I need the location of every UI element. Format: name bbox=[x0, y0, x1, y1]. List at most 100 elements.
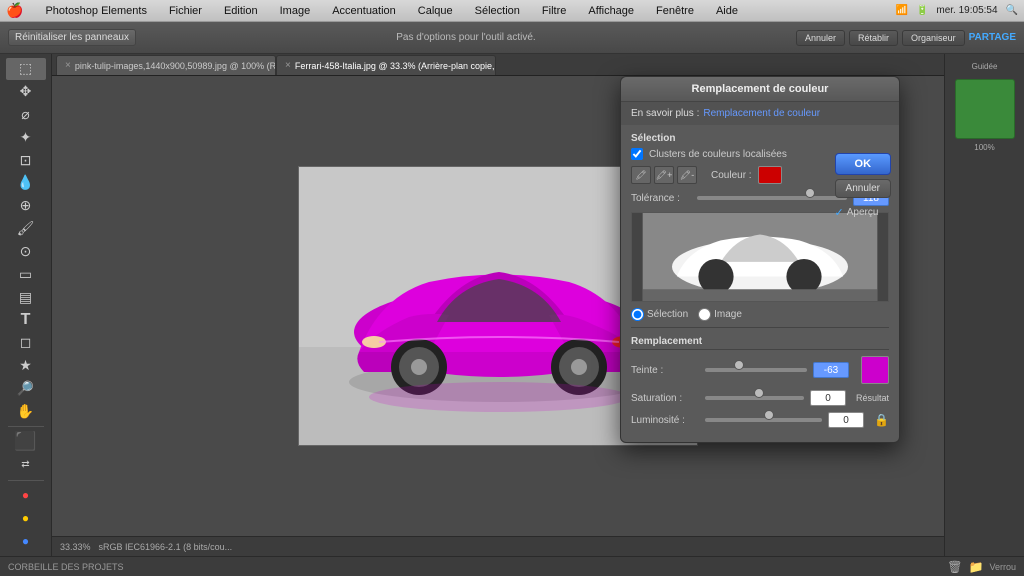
ok-button[interactable]: OK bbox=[835, 153, 891, 175]
tab-ferrari[interactable]: × Ferrari-458-Italia.jpg @ 33.3% (Arrièr… bbox=[276, 55, 496, 75]
couleur-swatch[interactable] bbox=[758, 166, 782, 184]
eyedropper-btn-3[interactable]: 🖍- bbox=[677, 166, 697, 184]
radio-selection-input[interactable] bbox=[631, 308, 644, 321]
tolerance-label: Tolérance : bbox=[631, 193, 691, 204]
tolerance-thumb[interactable] bbox=[805, 188, 815, 198]
trash-icon[interactable]: 🗑 bbox=[947, 560, 962, 574]
move-tool[interactable]: ✥ bbox=[6, 81, 46, 103]
tolerance-slider[interactable] bbox=[697, 191, 847, 205]
star-tool[interactable]: ★ bbox=[6, 355, 46, 377]
radio-image-input[interactable] bbox=[698, 308, 711, 321]
color-yellow-btn[interactable]: ● bbox=[6, 507, 46, 529]
brush-tool[interactable]: 🖌 bbox=[6, 218, 46, 240]
teinte-slider[interactable] bbox=[705, 363, 807, 377]
luminosite-thumb[interactable] bbox=[764, 410, 774, 420]
color-replacement-dialog: Remplacement de couleur En savoir plus :… bbox=[620, 76, 900, 443]
eyedropper-btn-1[interactable]: 🖍 bbox=[631, 166, 651, 184]
radio-group: Sélection Image bbox=[631, 308, 889, 321]
zoom-tool[interactable]: 🔎 bbox=[6, 377, 46, 399]
eraser-tool[interactable]: ▭ bbox=[6, 263, 46, 285]
luminosite-value[interactable]: 0 bbox=[828, 412, 864, 428]
hand-tool[interactable]: ✋ bbox=[6, 400, 46, 422]
projects-tray-label: CORBEILLE DES PROJETS bbox=[8, 562, 124, 572]
saturation-track bbox=[705, 396, 804, 400]
menu-edition[interactable]: Edition bbox=[220, 3, 262, 19]
guided-label: Guidée bbox=[972, 62, 998, 71]
menu-calque[interactable]: Calque bbox=[414, 3, 457, 19]
clone-tool[interactable]: ⊙ bbox=[6, 241, 46, 263]
menu-aide[interactable]: Aide bbox=[712, 3, 742, 19]
result-swatch[interactable] bbox=[861, 356, 889, 384]
thumbnail-panel[interactable] bbox=[955, 79, 1015, 139]
lock-icon: 🔒 bbox=[874, 413, 889, 427]
radio-image[interactable]: Image bbox=[698, 308, 742, 321]
help-link[interactable]: Remplacement de couleur bbox=[703, 108, 820, 119]
spot-healing-tool[interactable]: ⊕ bbox=[6, 195, 46, 217]
gradient-tool[interactable]: ▤ bbox=[6, 286, 46, 308]
main-area: ⬚ ✥ ⌀ ✦ ⊡ 💧 ⊕ 🖌 ⊙ ▭ ▤ T ◻ ★ 🔎 ✋ ⬛ ⇄ ● ● … bbox=[0, 54, 1024, 556]
bottom-tray: CORBEILLE DES PROJETS 🗑 📁 Verrou bbox=[0, 556, 1024, 576]
lasso-tool[interactable]: ⌀ bbox=[6, 104, 46, 126]
teinte-value[interactable]: -63 bbox=[813, 362, 849, 378]
menu-fenetre[interactable]: Fenêtre bbox=[652, 3, 698, 19]
dialog-title: Remplacement de couleur bbox=[621, 77, 899, 102]
magic-wand-tool[interactable]: ✦ bbox=[6, 126, 46, 148]
color-blue-btn[interactable]: ● bbox=[6, 530, 46, 552]
eyedropper-btn-2[interactable]: 🖍+ bbox=[654, 166, 674, 184]
tab-ferrari-label: Ferrari-458-Italia.jpg @ 33.3% (Arrière-… bbox=[295, 61, 496, 71]
right-panel: Guidée 100% bbox=[944, 54, 1024, 556]
organiseur-btn[interactable]: Organiseur bbox=[902, 30, 965, 46]
text-tool[interactable]: T bbox=[6, 309, 46, 331]
tab-tulip[interactable]: × pink-tulip-images,1440x900,50989.jpg @… bbox=[56, 55, 276, 75]
battery-icon: 🔋 bbox=[916, 5, 928, 16]
selection-tool[interactable]: ⬚ bbox=[6, 58, 46, 80]
saturation-value[interactable]: 0 bbox=[810, 390, 846, 406]
teinte-row: Teinte : -63 bbox=[631, 356, 889, 384]
time-display: mer. 19:05:54 bbox=[936, 5, 997, 16]
tab-close-icon-2[interactable]: × bbox=[285, 60, 291, 71]
foreground-color[interactable]: ⬛ bbox=[6, 431, 46, 453]
menu-affichage[interactable]: Affichage bbox=[584, 3, 638, 19]
wifi-icon: 📶 bbox=[895, 5, 907, 16]
menu-photoshop[interactable]: Photoshop Elements bbox=[41, 3, 151, 19]
apercu-label[interactable]: Aperçu bbox=[847, 207, 879, 218]
clusters-checkbox[interactable] bbox=[631, 148, 643, 160]
luminosite-slider[interactable] bbox=[705, 413, 822, 427]
teinte-label: Teinte : bbox=[631, 365, 699, 376]
color-red-btn[interactable]: ● bbox=[6, 484, 46, 506]
eyedropper-tool[interactable]: 💧 bbox=[6, 172, 46, 194]
preview-container bbox=[631, 212, 889, 302]
toolbar: Réinitialiser les panneaux Pas d'options… bbox=[0, 22, 1024, 54]
menu-filtre[interactable]: Filtre bbox=[538, 3, 570, 19]
menu-image[interactable]: Image bbox=[276, 3, 315, 19]
add-icon[interactable]: 📁 bbox=[969, 560, 984, 574]
color-profile: sRGB IEC61966-2.1 (8 bits/cou... bbox=[99, 542, 233, 552]
swap-colors[interactable]: ⇄ bbox=[6, 454, 46, 476]
apple-menu[interactable]: 🍎 bbox=[6, 2, 23, 19]
clusters-label: Clusters de couleurs localisées bbox=[649, 149, 787, 160]
tab-tulip-label: pink-tulip-images,1440x900,50989.jpg @ 1… bbox=[75, 61, 276, 71]
tab-close-icon[interactable]: × bbox=[65, 60, 71, 71]
share-label: PARTAGE bbox=[969, 32, 1016, 43]
shape-tool[interactable]: ◻ bbox=[6, 332, 46, 354]
apercu-row: ✓ Aperçu bbox=[835, 206, 891, 219]
luminosite-row: Luminosité : 0 🔒 bbox=[631, 412, 889, 428]
reset-panels-btn[interactable]: Réinitialiser les panneaux bbox=[8, 29, 136, 46]
checkmark-icon: ✓ bbox=[835, 206, 844, 219]
crop-tool[interactable]: ⊡ bbox=[6, 149, 46, 171]
tab-bar: × pink-tulip-images,1440x900,50989.jpg @… bbox=[52, 54, 944, 76]
annuler-btn[interactable]: Annuler bbox=[796, 30, 845, 46]
saturation-slider[interactable] bbox=[705, 391, 804, 405]
retablir-btn[interactable]: Rétablir bbox=[849, 30, 898, 46]
magnifier-icon[interactable]: 🔍 bbox=[1006, 5, 1018, 16]
teinte-thumb[interactable] bbox=[734, 360, 744, 370]
dialog-help-row: En savoir plus : Remplacement de couleur bbox=[621, 102, 899, 125]
saturation-row: Saturation : 0 Résultat bbox=[631, 390, 889, 406]
cancel-button[interactable]: Annuler bbox=[835, 179, 891, 198]
radio-selection[interactable]: Sélection bbox=[631, 308, 688, 321]
menu-fichier[interactable]: Fichier bbox=[165, 3, 206, 19]
menu-selection[interactable]: Sélection bbox=[471, 3, 524, 19]
menu-accentuation[interactable]: Accentuation bbox=[328, 3, 400, 19]
menubar-right: 📶 🔋 mer. 19:05:54 🔍 bbox=[895, 5, 1018, 16]
toolbar-right: Annuler Rétablir Organiseur PARTAGE bbox=[796, 30, 1016, 46]
